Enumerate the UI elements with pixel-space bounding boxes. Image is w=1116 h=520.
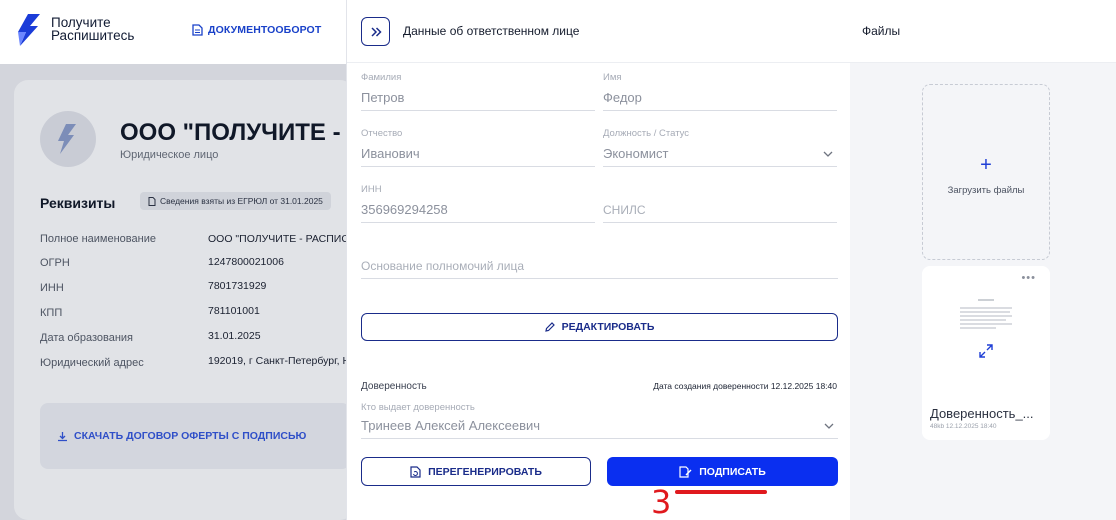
double-chevron-right-icon	[370, 26, 382, 37]
requisites-title: Реквизиты	[40, 195, 116, 211]
requisite-value: 1247800021006	[208, 256, 284, 268]
egrul-badge-text: Сведения взяты из ЕГРЮЛ от 31.01.2025	[160, 196, 323, 206]
requisite-label: КПП	[40, 307, 63, 319]
company-name: ООО "ПОЛУЧИТЕ -	[120, 119, 341, 146]
pencil-icon	[544, 322, 555, 332]
position-label: Должность / Статус	[603, 128, 690, 139]
document-thumbnail	[960, 299, 1012, 329]
edit-button[interactable]: РЕДАКТИРОВАТЬ	[361, 313, 838, 341]
inn-value: 356969294258	[361, 202, 448, 217]
snils-field[interactable]: СНИЛС	[603, 183, 837, 223]
issuer-label: Кто выдает доверенность	[361, 402, 475, 413]
file-meta: 48kb 12.12.2025 18:40	[930, 423, 997, 430]
requisite-value: 31.01.2025	[208, 330, 261, 342]
position-value: Экономист	[603, 146, 669, 161]
authority-basis-field[interactable]: Основание полномочий лица	[361, 239, 838, 279]
regenerate-button-label: ПЕРЕГЕНЕРИРОВАТЬ	[428, 465, 542, 478]
snils-placeholder: СНИЛС	[603, 203, 646, 217]
issuer-select[interactable]: Кто выдает доверенность Тринеев Алексей …	[361, 399, 838, 439]
logo-icon	[18, 14, 40, 46]
file-card[interactable]: ••• Доверенность_... 48kb 12.12.2025 18:…	[922, 266, 1050, 440]
top-header: Получите Распишитесь ДОКУМЕНТООБОРОТ	[0, 0, 346, 64]
requisite-value: 7801731929	[208, 280, 267, 292]
requisite-label: Дата образования	[40, 332, 133, 344]
sign-button-label: ПОДПИСАТЬ	[699, 465, 766, 478]
patronymic-field[interactable]: Отчество Иванович	[361, 127, 595, 167]
requisite-label: ОГРН	[40, 257, 70, 269]
requisite-value: ООО "ПОЛУЧИТЕ - РАСПИСЦ	[208, 233, 357, 245]
egrul-badge: Сведения взяты из ЕГРЮЛ от 31.01.2025	[140, 192, 331, 210]
more-options-icon[interactable]: •••	[1021, 272, 1036, 284]
chevron-down-icon[interactable]	[823, 151, 833, 157]
files-panel: Файлы + Загрузить файлы ••• Доверенность…	[850, 0, 1116, 520]
chevron-down-icon[interactable]	[824, 423, 834, 429]
document-refresh-icon	[410, 465, 421, 478]
upload-files-label: Загрузить файлы	[947, 185, 1025, 196]
logo-line-2: Распишитесь	[51, 28, 135, 43]
logo-text[interactable]: Получите Распишитесь	[51, 16, 135, 43]
download-offer-label: СКАЧАТЬ ДОГОВОР ОФЕРТЫ С ПОДПИСЬЮ	[74, 430, 307, 442]
document-icon	[148, 196, 156, 206]
company-type: Юридическое лицо	[120, 149, 219, 161]
name-value: Федор	[603, 90, 642, 105]
surname-label: Фамилия	[361, 72, 402, 83]
download-offer-link[interactable]: СКАЧАТЬ ДОГОВОР ОФЕРТЫ С ПОДПИСЬЮ	[57, 430, 306, 442]
name-field[interactable]: Имя Федор	[603, 71, 837, 111]
lightning-icon	[58, 124, 76, 154]
issuer-value: Тринеев Алексей Алексеевич	[361, 418, 541, 433]
annotation-underline	[675, 490, 767, 494]
panel-title: Данные об ответственном лице	[403, 24, 580, 38]
annotation-number: 3	[651, 483, 672, 520]
requisite-label: ИНН	[40, 282, 64, 294]
surname-field[interactable]: Фамилия Петров	[361, 71, 595, 111]
nav-documents-link[interactable]: ДОКУМЕНТООБОРОТ	[192, 24, 321, 36]
power-of-attorney-label: Доверенность	[361, 381, 427, 392]
file-name: Доверенность_...	[930, 406, 1034, 421]
panel-header: Данные об ответственном лице	[347, 0, 851, 63]
files-title: Файлы	[862, 24, 901, 38]
upload-files-dropzone[interactable]: + Загрузить файлы	[922, 84, 1050, 260]
regenerate-button[interactable]: ПЕРЕГЕНЕРИРОВАТЬ	[361, 457, 591, 486]
download-icon	[58, 431, 67, 441]
expand-icon[interactable]	[979, 344, 993, 358]
surname-value: Петров	[361, 90, 405, 105]
files-header: Файлы	[850, 0, 1116, 63]
requisite-label: Юридический адрес	[40, 357, 144, 369]
requisite-value: 781101001	[208, 305, 260, 317]
collapse-panel-button[interactable]	[361, 17, 390, 46]
authority-basis-placeholder: Основание полномочий лица	[361, 259, 525, 273]
plus-icon: +	[980, 154, 992, 176]
sign-button[interactable]: ПОДПИСАТЬ	[607, 457, 838, 486]
document-icon	[192, 24, 203, 36]
inn-label: ИНН	[361, 184, 382, 195]
patronymic-value: Иванович	[361, 146, 420, 161]
patronymic-label: Отчество	[361, 128, 403, 139]
power-of-attorney-date: Дата создания доверенности 12.12.2025 18…	[653, 381, 837, 391]
name-label: Имя	[603, 72, 622, 83]
company-avatar	[40, 111, 96, 167]
nav-documents-label: ДОКУМЕНТООБОРОТ	[208, 24, 322, 36]
sign-document-icon	[679, 465, 692, 478]
requisite-value: 192019, г Санкт-Петербург, Н	[208, 355, 351, 367]
position-select[interactable]: Должность / Статус Экономист	[603, 127, 837, 167]
requisite-label: Полное наименование	[40, 233, 156, 245]
inn-field[interactable]: ИНН 356969294258	[361, 183, 595, 223]
responsible-person-panel: Данные об ответственном лице Фамилия Пет…	[346, 0, 851, 520]
edit-button-label: РЕДАКТИРОВАТЬ	[561, 321, 655, 333]
